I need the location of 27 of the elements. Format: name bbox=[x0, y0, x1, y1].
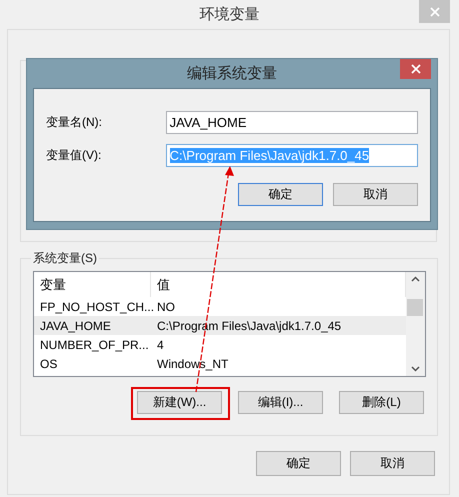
scroll-down-icon[interactable] bbox=[411, 366, 420, 372]
dialog-button[interactable]: 取消 bbox=[333, 183, 418, 206]
table-cell-text: OS bbox=[39, 356, 58, 370]
dialog-button[interactable]: 确定 bbox=[256, 451, 341, 476]
scrollbar-thumb[interactable] bbox=[407, 299, 423, 316]
window-title: 环境变量 bbox=[200, 5, 260, 24]
group-label: 系统变量(S) bbox=[32, 250, 98, 267]
table-cell-text: FP_NO_HOST_CH... bbox=[39, 300, 151, 314]
field-label: 变量值(V): bbox=[46, 147, 102, 164]
dialog-button[interactable]: 取消 bbox=[350, 451, 435, 476]
scroll-up-icon[interactable] bbox=[411, 276, 420, 282]
close-button[interactable] bbox=[400, 59, 431, 79]
scrollbar[interactable] bbox=[406, 272, 425, 376]
input-field[interactable]: JAVA_HOME bbox=[166, 111, 418, 134]
table-cell-text: NUMBER_OF_PR... bbox=[39, 338, 150, 352]
field-label: 变量名(N): bbox=[46, 114, 103, 131]
table-cell-text: Windows_NT bbox=[156, 356, 230, 370]
dialog-title: 编辑系统变量 bbox=[187, 64, 277, 83]
table-cell-text: NO bbox=[156, 300, 176, 314]
action-button[interactable]: 编辑(I)... bbox=[238, 391, 323, 414]
dialog-button[interactable]: 确定 bbox=[238, 183, 323, 206]
table-cell-text: 4 bbox=[156, 338, 165, 352]
close-icon bbox=[410, 64, 420, 74]
table-cell-text: JAVA_HOME bbox=[39, 318, 112, 332]
action-button[interactable]: 新建(W)... bbox=[137, 391, 222, 414]
action-button[interactable]: 删除(L) bbox=[339, 391, 424, 414]
close-icon bbox=[430, 6, 440, 16]
